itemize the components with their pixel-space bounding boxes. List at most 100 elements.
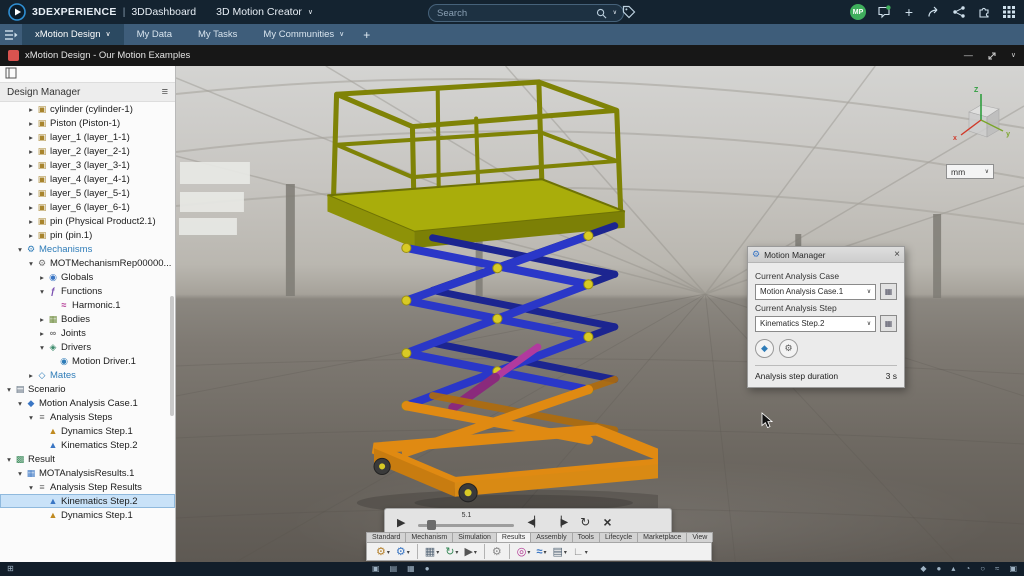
motion-manager-header[interactable]: Motion Manager [748,247,904,263]
analysis-step-select[interactable]: Kinematics Step.2 [755,316,876,332]
tool-dropdown-icon[interactable] [526,546,530,557]
compute-icon[interactable] [755,339,774,358]
units-chevron-icon[interactable] [985,169,989,175]
taskbar-icon[interactable] [390,562,398,576]
tree-item[interactable]: Joints [0,326,175,340]
expand-arrow-icon[interactable] [4,385,14,394]
tool-dropdown-icon[interactable] [542,546,546,557]
ribbon-tab[interactable]: Marketplace [637,532,687,542]
taskbar-icon[interactable] [425,562,430,576]
addins-puzzle-icon[interactable] [977,5,991,19]
tree-item[interactable]: Drivers [0,340,175,354]
window-chevron-icon[interactable] [1011,52,1016,59]
tree-item[interactable]: layer_2 (layer_2-1) [0,144,175,158]
ribbon-tab[interactable]: Assembly [530,532,572,542]
tag-icon[interactable] [622,5,636,19]
close-playback-button[interactable] [603,514,611,530]
tree-item[interactable]: Motion Driver.1 [0,354,175,368]
user-avatar[interactable]: MP [850,4,866,20]
expand-arrow-icon[interactable] [26,147,36,156]
tree-item[interactable]: Mechanisms [0,242,175,256]
expand-arrow-icon[interactable] [15,399,25,408]
ribbon-tab[interactable]: Standard [366,532,406,542]
scissor-lift-model[interactable] [268,74,658,519]
slider-handle[interactable] [427,520,436,530]
ribbon-tool-button[interactable] [442,544,461,559]
expand-arrow-icon[interactable] [26,413,36,422]
ribbon-tool-button[interactable] [509,544,534,559]
tree-item[interactable]: Mates [0,368,175,382]
tree-item[interactable]: Functions [0,284,175,298]
tool-dropdown-icon[interactable] [563,546,567,557]
step-browse-icon[interactable] [880,315,897,332]
search-box[interactable] [428,4,624,22]
expand-arrow-icon[interactable] [15,469,25,478]
expand-arrow-icon[interactable] [37,343,47,352]
taskbar-icon[interactable] [7,562,14,576]
play-button[interactable] [397,516,405,529]
3d-viewport[interactable]: Z x y mm Motion Manager Current Analysis… [176,66,1024,562]
taskbar-icon[interactable] [920,562,926,576]
expand-arrow-icon[interactable] [26,371,36,380]
ribbon-tool-button[interactable] [533,544,549,559]
sidebar-toggle-icon[interactable] [0,29,22,41]
step-forward-button[interactable] [554,517,567,528]
ribbon-tab[interactable]: View [686,532,713,542]
taskbar-icon[interactable] [951,562,955,576]
tree-view-icon[interactable] [5,67,17,82]
ribbon-tab[interactable]: Tools [572,532,600,542]
expand-arrow-icon[interactable] [37,273,47,282]
analysis-case-select[interactable]: Motion Analysis Case.1 [755,284,876,300]
app-title[interactable]: 3D Motion Creator [216,6,302,18]
ribbon-tab[interactable]: Lifecycle [599,532,638,542]
taskbar-icon[interactable] [407,562,415,576]
tree-item[interactable]: Kinematics Step.2 [0,494,175,508]
ribbon-tool-button[interactable] [373,544,393,559]
dashboard-tab[interactable]: My Communities [250,24,357,45]
tree-item[interactable]: Analysis Steps [0,410,175,424]
tree-item[interactable]: layer_3 (layer_3-1) [0,158,175,172]
ribbon-tool-button[interactable] [461,544,479,559]
tree-item[interactable]: Analysis Step Results [0,480,175,494]
tree-item[interactable]: Piston (Piston-1) [0,116,175,130]
3ds-logo-icon[interactable] [8,3,26,21]
search-input[interactable] [435,7,591,20]
expand-arrow-icon[interactable] [26,161,36,170]
dashboard-tab[interactable]: My Tasks [185,24,250,45]
tree-item[interactable]: Kinematics Step.2 [0,438,175,452]
add-tab-button[interactable]: + [363,28,370,42]
taskbar-icon[interactable] [965,562,970,576]
tool-dropdown-icon[interactable] [454,546,458,557]
apps-waffle-icon[interactable] [1002,5,1016,19]
expand-arrow-icon[interactable] [26,483,36,492]
tree-item[interactable]: Dynamics Step.1 [0,424,175,438]
expand-arrow-icon[interactable] [26,259,36,268]
app-title-chevron-icon[interactable] [308,9,313,16]
ribbon-tab[interactable]: Results [496,532,531,542]
taskbar-icon[interactable] [1009,562,1017,576]
expand-arrow-icon[interactable] [26,217,36,226]
tree-item[interactable]: Bodies [0,312,175,326]
tree-item[interactable]: MOTAnalysisResults.1 [0,466,175,480]
tree-item[interactable]: pin (pin.1) [0,228,175,242]
expand-arrow-icon[interactable] [15,245,25,254]
loop-button[interactable] [580,515,590,529]
tree-item[interactable]: pin (Physical Product2.1) [0,214,175,228]
panel-menu-icon[interactable] [162,86,168,98]
dashboard-tab[interactable]: xMotion Design [22,24,124,45]
tree-item[interactable]: Scenario [0,382,175,396]
close-icon[interactable] [894,249,900,260]
step-backward-button[interactable] [527,517,540,528]
units-dropdown[interactable]: mm [946,164,994,179]
ribbon-tool-button[interactable] [570,544,591,559]
expand-arrow-icon[interactable] [26,105,36,114]
tree-item[interactable]: Globals [0,270,175,284]
dashboard-title[interactable]: 3DDashboard [131,6,196,18]
network-share-icon[interactable] [952,5,966,19]
select-chevron-icon[interactable] [867,289,871,295]
tree-item[interactable]: layer_6 (layer_6-1) [0,200,175,214]
expand-arrow-icon[interactable] [37,329,47,338]
tree-item[interactable]: Motion Analysis Case.1 [0,396,175,410]
panel-scrollbar[interactable] [170,296,174,416]
ribbon-tool-button[interactable] [393,544,413,559]
